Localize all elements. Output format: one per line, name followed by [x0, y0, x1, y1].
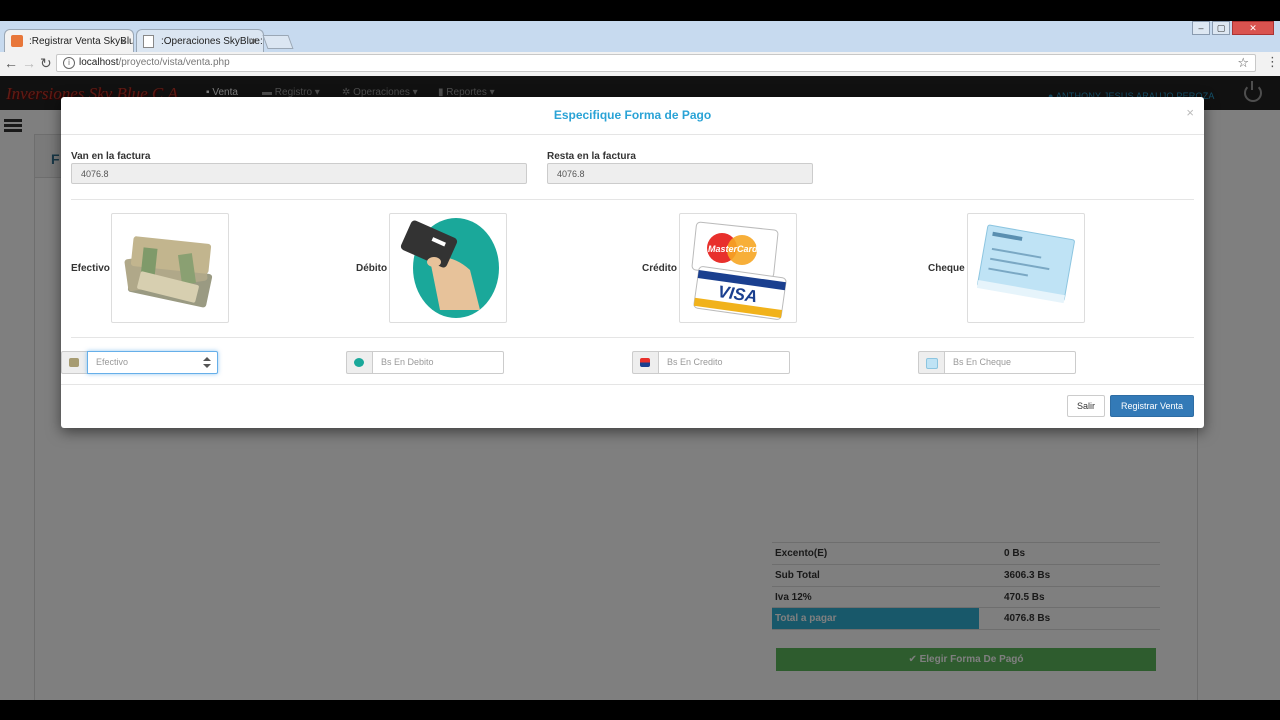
efectivo-input[interactable]: Efectivo: [87, 351, 218, 374]
modal-header: Especifique Forma de Pago ×: [61, 97, 1204, 135]
credit-card-icon: MasterCard VISA: [691, 221, 787, 320]
spinner-icon[interactable]: [203, 357, 211, 368]
info-icon[interactable]: i: [63, 57, 75, 69]
minimize-button[interactable]: –: [1192, 21, 1210, 35]
page-icon: [143, 35, 154, 48]
debito-addon: [346, 351, 372, 374]
tab-close-icon[interactable]: ×: [120, 30, 127, 52]
debit-image[interactable]: [389, 213, 507, 323]
bottom-letterbox: [0, 700, 1280, 720]
credit-image[interactable]: MasterCard VISA: [679, 213, 797, 323]
back-icon[interactable]: ←: [4, 56, 18, 70]
debit-card-icon: [354, 358, 364, 367]
credit-card-icon: [640, 358, 650, 367]
efectivo-addon: [61, 351, 87, 374]
cheque-addon: [918, 351, 944, 374]
efectivo-placeholder: Efectivo: [96, 357, 129, 367]
cheque-input[interactable]: Bs En Cheque: [944, 351, 1076, 374]
payment-modal: Especifique Forma de Pago × Van en la fa…: [61, 97, 1204, 428]
browser-tab-operaciones[interactable]: :Operaciones SkyBlue: ×: [136, 29, 264, 52]
address-bar[interactable]: i localhost/proyecto/vista/venta.php ☆: [56, 54, 1256, 72]
maximize-button[interactable]: ▢: [1212, 21, 1230, 35]
cash-image[interactable]: [111, 213, 229, 323]
browser-tab-registrar[interactable]: :Registrar Venta SkyBlue ×: [4, 29, 134, 52]
favicon-icon: [11, 35, 23, 47]
divider: [71, 199, 1194, 200]
top-letterbox: [0, 0, 1280, 21]
forward-icon[interactable]: →: [22, 56, 36, 70]
divider: [71, 337, 1194, 338]
salir-button[interactable]: Salir: [1067, 395, 1105, 417]
efectivo-label: Efectivo: [71, 263, 110, 274]
close-window-button[interactable]: ✕: [1232, 21, 1274, 35]
registrar-venta-button[interactable]: Registrar Venta: [1110, 395, 1194, 417]
cheque-icon: [926, 358, 938, 369]
credito-input[interactable]: Bs En Credito: [658, 351, 790, 374]
modal-title: Especifique Forma de Pago: [553, 108, 712, 122]
debito-label: Débito: [356, 263, 388, 274]
resta-label: Resta en la factura: [547, 151, 636, 162]
credito-label: Crédito: [642, 263, 677, 274]
debito-input[interactable]: Bs En Debito: [372, 351, 504, 374]
credito-addon: [632, 351, 658, 374]
tab-label: :Operaciones SkyBlue:: [161, 36, 263, 47]
cheque-label: Cheque: [928, 263, 965, 274]
url-text: localhost/proyecto/vista/venta.php: [79, 57, 230, 68]
cheque-image[interactable]: [967, 213, 1085, 323]
close-icon[interactable]: ×: [1186, 105, 1194, 120]
tab-close-icon[interactable]: ×: [250, 30, 257, 52]
bookmark-star-icon[interactable]: ☆: [1237, 55, 1249, 71]
tab-label: :Registrar Venta SkyBlue: [29, 36, 134, 47]
modal-footer-divider: [61, 384, 1204, 385]
reload-icon[interactable]: ↻: [40, 56, 52, 70]
new-tab-button[interactable]: [262, 35, 294, 49]
browser-menu-icon[interactable]: ⋮: [1266, 55, 1279, 68]
van-label: Van en la factura: [71, 151, 151, 162]
van-field: 4076.8: [71, 163, 527, 184]
cheque-icon: [976, 224, 1075, 304]
svg-text:MasterCard: MasterCard: [708, 244, 758, 254]
debit-card-icon: [400, 218, 499, 318]
resta-field: 4076.8: [547, 163, 813, 184]
cash-icon: [69, 358, 79, 367]
cash-icon: [124, 236, 213, 308]
